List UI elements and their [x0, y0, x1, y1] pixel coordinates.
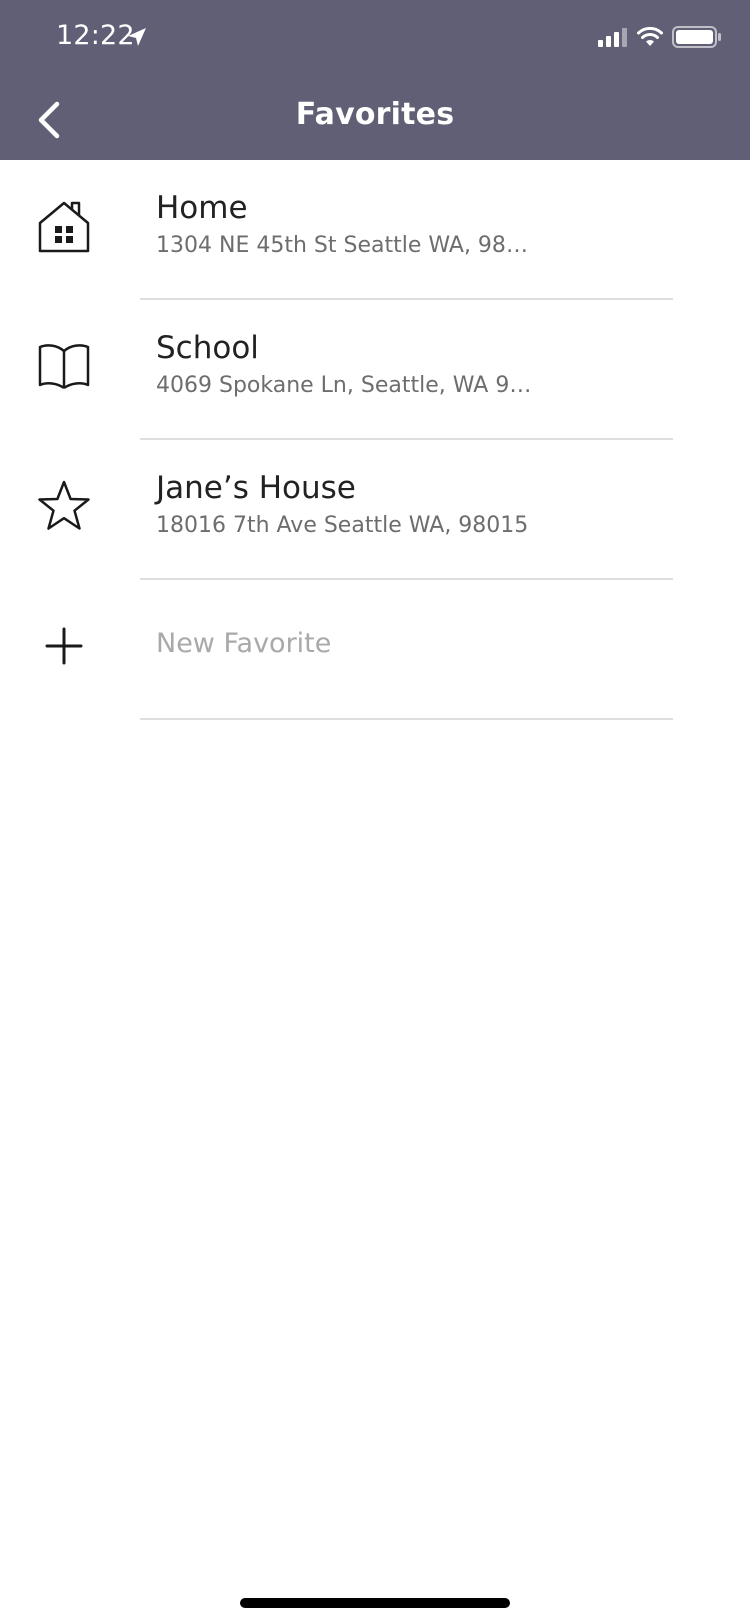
row-divider — [140, 718, 673, 720]
favorite-text: School 4069 Spokane Ln, Seattle, WA 98..… — [156, 328, 676, 402]
favorite-item-home[interactable]: Home 1304 NE 45th St Seattle WA, 98015 — [0, 160, 750, 300]
location-arrow-icon — [128, 28, 146, 46]
book-icon — [34, 336, 94, 396]
cellular-signal-icon — [598, 28, 627, 47]
page-title: Favorites — [295, 97, 455, 132]
plus-icon — [34, 616, 94, 676]
favorite-item-janes-house[interactable]: Jane’s House 18016 7th Ave Seattle WA, 9… — [0, 440, 750, 580]
status-time: 12:22 — [56, 20, 135, 51]
favorite-address: 1304 NE 45th St Seattle WA, 98015 — [156, 233, 536, 258]
new-favorite-label: New Favorite — [156, 628, 332, 659]
home-indicator[interactable] — [240, 1598, 510, 1608]
favorite-text: Jane’s House 18016 7th Ave Seattle WA, 9… — [156, 468, 676, 542]
favorite-address: 4069 Spokane Ln, Seattle, WA 98... — [156, 373, 536, 398]
star-icon — [34, 476, 94, 536]
favorite-item-school[interactable]: School 4069 Spokane Ln, Seattle, WA 98..… — [0, 300, 750, 440]
favorite-name: Jane’s House — [156, 470, 356, 506]
favorite-name: School — [156, 330, 259, 366]
battery-icon — [672, 26, 721, 48]
favorite-text: Home 1304 NE 45th St Seattle WA, 98015 — [156, 188, 676, 262]
favorite-address: 18016 7th Ave Seattle WA, 98015 — [156, 513, 529, 538]
navigation-bar: Favorites — [0, 84, 750, 156]
favorite-name: Home — [156, 190, 248, 226]
new-favorite-text: New Favorite — [156, 608, 676, 680]
new-favorite-button[interactable]: New Favorite — [0, 580, 750, 720]
status-indicators — [598, 24, 722, 50]
house-icon — [34, 196, 94, 256]
wifi-icon — [637, 26, 663, 46]
app-header: 12:22 Favorites — [0, 0, 750, 160]
favorites-list: Home 1304 NE 45th St Seattle WA, 98015 S… — [0, 160, 750, 720]
